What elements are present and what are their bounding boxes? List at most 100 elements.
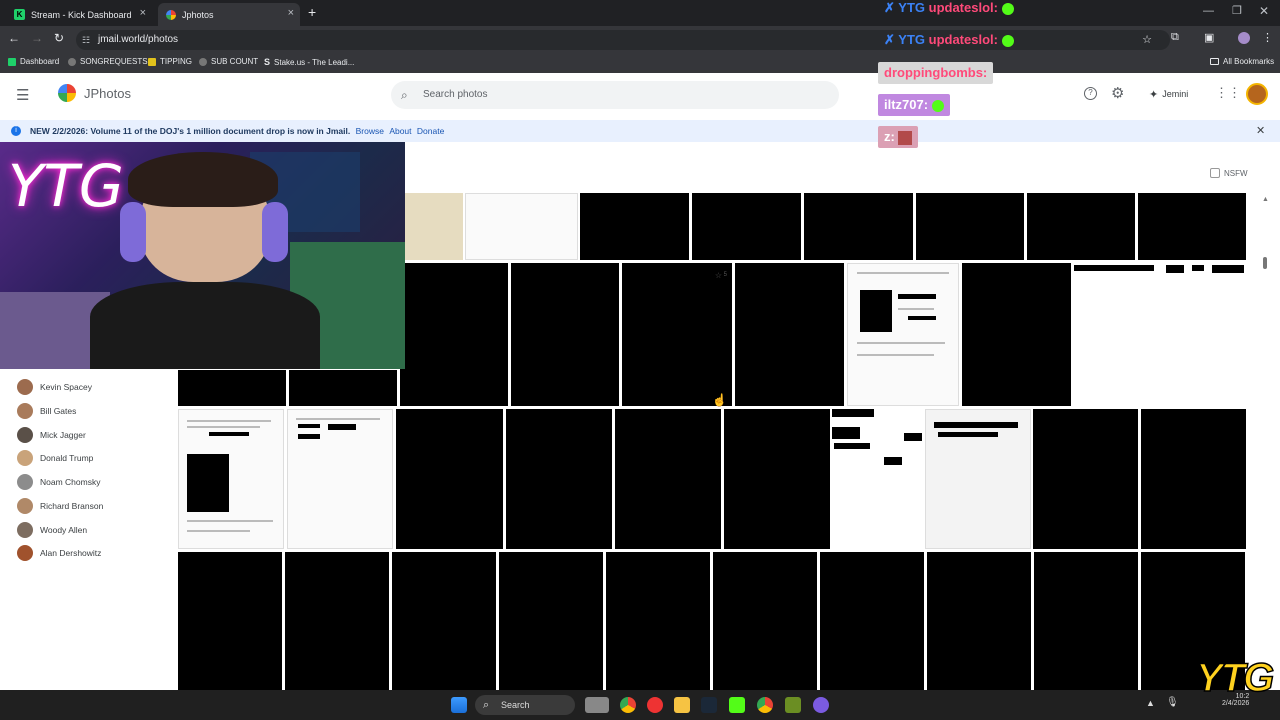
photo-thumbnail[interactable] bbox=[511, 263, 619, 406]
help-icon[interactable]: ? bbox=[1084, 87, 1097, 100]
chrome-icon[interactable] bbox=[757, 697, 773, 713]
donate-link[interactable]: Donate bbox=[417, 126, 444, 136]
minecraft-icon[interactable] bbox=[785, 697, 801, 713]
photo-thumbnail[interactable] bbox=[289, 370, 397, 406]
kick-icon[interactable] bbox=[729, 697, 745, 713]
user-avatar[interactable] bbox=[1246, 83, 1268, 105]
bookmark-stake[interactable]: S Stake.us - The Leadi... bbox=[264, 57, 354, 67]
photo-thumbnail[interactable] bbox=[820, 552, 924, 690]
taskbar-search[interactable]: ⌕ Search bbox=[475, 695, 575, 715]
hamburger-menu-icon[interactable]: ☰ bbox=[16, 86, 29, 104]
photo-thumbnail[interactable] bbox=[178, 409, 284, 549]
new-tab-button[interactable]: + bbox=[308, 4, 316, 20]
banner-text: NEW 2/2/2026: Volume 11 of the DOJ's 1 m… bbox=[30, 126, 351, 136]
taskbar-search-label: Search bbox=[501, 700, 530, 710]
photo-thumbnail[interactable] bbox=[465, 193, 578, 260]
photo-thumbnail[interactable] bbox=[178, 552, 282, 690]
app-icon[interactable] bbox=[647, 697, 663, 713]
settings-gear-icon[interactable]: ⚙ bbox=[1111, 84, 1124, 102]
search-input[interactable]: ⌕ Search photos bbox=[391, 81, 839, 109]
site-info-icon[interactable]: ☷ bbox=[82, 30, 90, 50]
jemini-button[interactable]: ✦ Jemini bbox=[1141, 82, 1196, 106]
app-header: ☰ JPhotos ⌕ Search photos ? ⚙ ✦ Jemini ⋮… bbox=[0, 74, 1280, 116]
windows-start-icon[interactable] bbox=[451, 697, 467, 713]
mic-icon[interactable]: 🎙 bbox=[1166, 697, 1179, 708]
person-item[interactable]: Kevin Spacey bbox=[17, 379, 92, 395]
person-item[interactable]: Richard Branson bbox=[17, 498, 103, 514]
photo-thumbnail[interactable] bbox=[396, 409, 503, 549]
tray-chevron-icon[interactable]: ▲ bbox=[1146, 698, 1155, 708]
photo-thumbnail[interactable] bbox=[392, 552, 496, 690]
scroll-up-icon[interactable]: ▲ bbox=[1262, 196, 1269, 203]
star-icon[interactable]: ☆ bbox=[715, 271, 722, 280]
photo-thumbnail[interactable] bbox=[506, 409, 612, 549]
photo-thumbnail[interactable] bbox=[832, 409, 922, 549]
bookmark-dashboard[interactable]: Dashboard bbox=[8, 57, 59, 66]
photo-thumbnail[interactable] bbox=[606, 552, 710, 690]
person-item[interactable]: Donald Trump bbox=[17, 450, 93, 466]
photo-thumbnail[interactable] bbox=[285, 552, 389, 690]
photo-thumbnail[interactable] bbox=[847, 263, 959, 406]
person-item[interactable]: Woody Allen bbox=[17, 522, 87, 538]
minimize-button[interactable]: — bbox=[1203, 5, 1214, 17]
maximize-button[interactable]: ❐ bbox=[1232, 4, 1242, 17]
sidepanel-icon[interactable]: ▣ bbox=[1204, 31, 1214, 44]
discord-icon[interactable] bbox=[813, 697, 829, 713]
photo-thumbnail[interactable] bbox=[400, 263, 508, 406]
extensions-icon[interactable]: ⧉ bbox=[1171, 31, 1179, 44]
photo-thumbnail[interactable] bbox=[927, 552, 1031, 690]
close-tab-icon[interactable]: × bbox=[140, 7, 146, 19]
task-view-icon[interactable] bbox=[585, 697, 609, 713]
tab-jphotos[interactable]: Jphotos × bbox=[158, 3, 300, 26]
tab-kick-dashboard[interactable]: K Stream - Kick Dashboard × bbox=[6, 3, 152, 26]
nsfw-toggle[interactable]: NSFW bbox=[1210, 168, 1248, 178]
person-item[interactable]: Noam Chomsky bbox=[17, 474, 100, 490]
chrome-icon[interactable] bbox=[620, 697, 636, 713]
photo-thumbnail[interactable] bbox=[1074, 263, 1245, 406]
photo-thumbnail[interactable] bbox=[287, 409, 393, 549]
photo-thumbnail[interactable] bbox=[178, 370, 286, 406]
photo-thumbnail[interactable] bbox=[405, 193, 463, 260]
scrollbar-thumb[interactable] bbox=[1263, 257, 1267, 269]
forward-icon[interactable]: → bbox=[31, 31, 43, 45]
close-window-button[interactable]: ✕ bbox=[1259, 4, 1269, 18]
photo-thumbnail[interactable] bbox=[499, 552, 603, 690]
person-item[interactable]: Bill Gates bbox=[17, 403, 76, 419]
photo-thumbnail[interactable] bbox=[735, 263, 844, 406]
photo-thumbnail[interactable]: ☆ 5 bbox=[622, 263, 732, 406]
file-explorer-icon[interactable] bbox=[674, 697, 690, 713]
bookmark-tipping[interactable]: TIPPING bbox=[148, 57, 192, 66]
photo-thumbnail[interactable] bbox=[962, 263, 1071, 406]
person-item[interactable]: Alan Dershowitz bbox=[17, 545, 101, 561]
photo-thumbnail[interactable] bbox=[713, 552, 817, 690]
bookmark-songrequests[interactable]: SONGREQUESTS bbox=[68, 57, 148, 66]
photo-thumbnail[interactable] bbox=[1034, 552, 1138, 690]
photo-thumbnail[interactable] bbox=[1027, 193, 1135, 260]
photo-thumbnail[interactable] bbox=[724, 409, 830, 549]
menu-dots-icon[interactable]: ⋮ bbox=[1262, 31, 1273, 44]
photo-thumbnail[interactable] bbox=[804, 193, 913, 260]
photo-thumbnail[interactable] bbox=[615, 409, 721, 549]
close-banner-icon[interactable]: ✕ bbox=[1256, 120, 1265, 142]
steam-icon[interactable] bbox=[701, 697, 717, 713]
apps-grid-icon[interactable]: ⋮⋮ bbox=[1215, 85, 1241, 101]
nsfw-checkbox[interactable] bbox=[1210, 168, 1220, 178]
tipping-icon bbox=[148, 57, 156, 66]
back-icon[interactable]: ← bbox=[8, 31, 20, 45]
photo-thumbnail[interactable] bbox=[1141, 409, 1246, 549]
close-tab-icon[interactable]: × bbox=[288, 7, 294, 19]
photo-thumbnail[interactable] bbox=[1033, 409, 1138, 549]
browse-link[interactable]: Browse bbox=[356, 126, 384, 136]
photo-thumbnail[interactable] bbox=[580, 193, 689, 260]
all-bookmarks[interactable]: All Bookmarks bbox=[1210, 57, 1274, 66]
reload-icon[interactable]: ↻ bbox=[54, 31, 64, 45]
bookmark-star-icon[interactable]: ☆ bbox=[1142, 30, 1152, 50]
profile-avatar[interactable] bbox=[1238, 32, 1250, 44]
photo-thumbnail[interactable] bbox=[925, 409, 1031, 549]
photo-thumbnail[interactable] bbox=[916, 193, 1024, 260]
person-item[interactable]: Mick Jagger bbox=[17, 427, 86, 443]
about-link[interactable]: About bbox=[389, 126, 411, 136]
photo-thumbnail[interactable] bbox=[692, 193, 801, 260]
bookmark-sub-count[interactable]: SUB COUNT bbox=[199, 57, 258, 66]
photo-thumbnail[interactable] bbox=[1138, 193, 1246, 260]
